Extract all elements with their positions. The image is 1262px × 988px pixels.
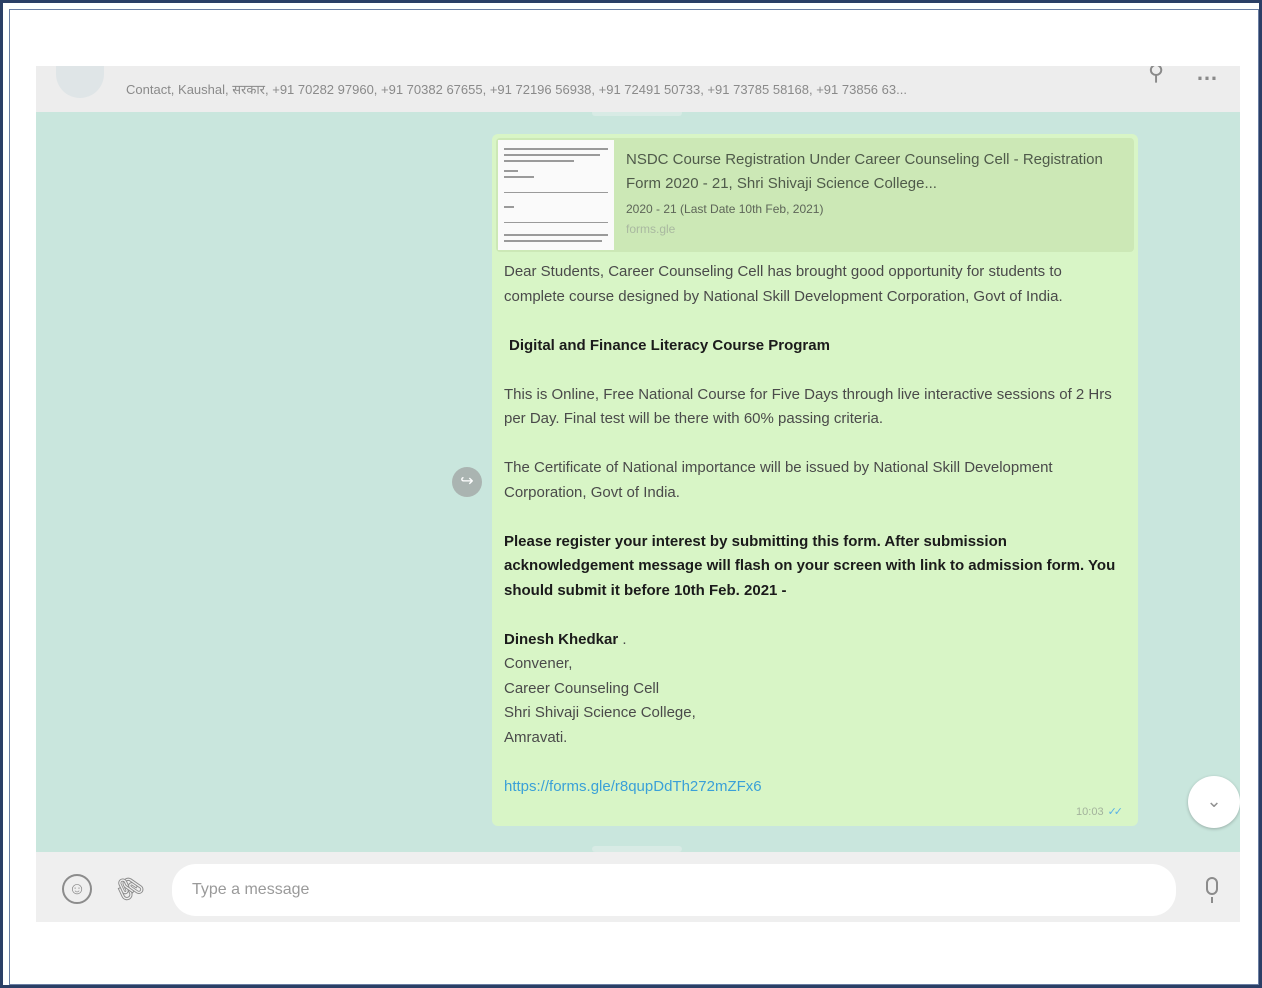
link-preview-domain: forms.gle (626, 222, 676, 236)
microphone-icon[interactable] (1206, 877, 1218, 903)
message-certificate: The Certificate of National importance w… (504, 459, 1053, 501)
chat-pane: ↪ NSDC Course Registration Under Career … (36, 112, 1240, 852)
group-participants: Contact, Kaushal, सरकार, +91 70282 97960… (126, 82, 907, 97)
message-input[interactable] (172, 864, 1176, 916)
search-icon[interactable]: ⚲ (1148, 66, 1164, 86)
menu-icon[interactable]: … (1196, 66, 1220, 86)
message-bubble[interactable]: NSDC Course Registration Under Career Co… (492, 134, 1138, 826)
link-preview-title: NSDC Course Registration Under Career Co… (626, 151, 1103, 192)
link-preview-thumbnail (498, 140, 614, 250)
signature-line: Shri Shivaji Science College, (504, 704, 696, 721)
message-details: This is Online, Free National Course for… (504, 385, 1112, 428)
scroll-down-button[interactable]: ⌄ (1188, 776, 1240, 828)
chevron-down-icon: ⌄ (1206, 791, 1222, 811)
signature-name: Dinesh Khedkar (504, 630, 619, 648)
read-receipt-icon: ✓✓ (1107, 806, 1124, 818)
signature-line: Amravati. (504, 728, 568, 746)
paperclip-icon[interactable]: 🖇 (108, 868, 150, 910)
date-divider-top (592, 112, 682, 116)
chat-header[interactable]: Contact, Kaushal, सरकार, +91 70282 97960… (36, 66, 1240, 112)
message-text: Dear Students, Career Counseling Cell ha… (504, 260, 1124, 799)
emoji-icon[interactable]: ☺ (62, 874, 92, 904)
message-intro: Dear Students, Career Counseling Cell ha… (504, 263, 1063, 305)
signature-line: Career Counseling Cell (504, 679, 660, 697)
message-timestamp: 10:03 ✓✓ (1076, 805, 1124, 818)
message-heading: Digital and Finance Literacy Course Prog… (509, 336, 830, 354)
signature-suffix: . (622, 630, 627, 648)
message-instruction: Please register your interest by submitt… (504, 532, 1116, 599)
message-time: 10:03 (1076, 806, 1104, 818)
link-preview-description: 2020 - 21 (Last Date 10th Feb, 2021) (626, 202, 824, 216)
compose-bar: ☺ 🖇 (36, 852, 1240, 922)
forward-icon[interactable]: ↪ (452, 467, 482, 497)
signature-block: Dinesh Khedkar . Convener, Career Counse… (504, 628, 1124, 751)
form-link[interactable]: https://forms.gle/r8qupDdTh272mZFx6 (504, 778, 762, 795)
group-avatar[interactable] (56, 66, 104, 98)
signature-line: Convener, (504, 655, 573, 672)
link-preview[interactable]: NSDC Course Registration Under Career Co… (496, 138, 1134, 252)
